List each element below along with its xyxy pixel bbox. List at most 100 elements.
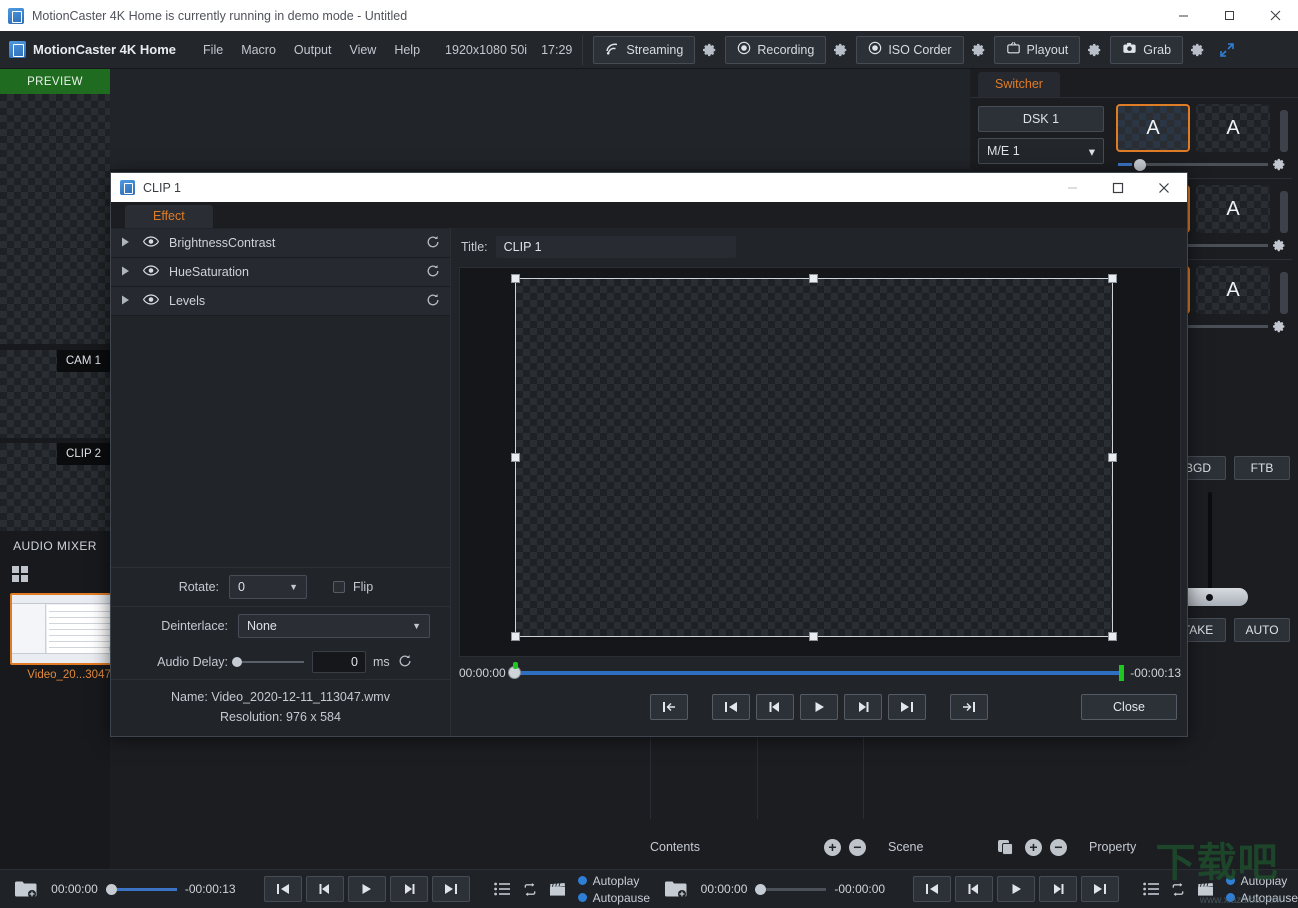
tab-switcher[interactable]: Switcher xyxy=(978,72,1060,97)
loop-icon[interactable] xyxy=(1165,876,1193,902)
resize-handle-middle-left[interactable] xyxy=(511,453,520,462)
slider-track[interactable] xyxy=(242,661,304,663)
source-slot-cam1[interactable]: CAM 1 xyxy=(0,350,110,438)
slider-knob[interactable] xyxy=(105,883,117,895)
go-to-end-button[interactable] xyxy=(888,694,926,720)
step-forward-button[interactable] xyxy=(1039,876,1078,902)
playout-button[interactable]: Playout xyxy=(993,35,1081,64)
slider-knob[interactable] xyxy=(232,657,242,667)
scene-remove-button[interactable]: − xyxy=(1050,838,1067,856)
expand-arrow-icon[interactable] xyxy=(121,265,133,279)
iso-corder-button[interactable]: ISO Corder xyxy=(856,35,964,64)
playlist-icon[interactable] xyxy=(1137,876,1165,902)
tab-effect[interactable]: Effect xyxy=(125,205,213,228)
preview-monitor[interactable] xyxy=(0,94,110,344)
autopause-option[interactable]: Autopause xyxy=(1225,891,1298,905)
recording-button[interactable]: Recording xyxy=(725,35,827,64)
play-button[interactable] xyxy=(347,876,386,902)
menu-item-file[interactable]: File xyxy=(194,39,232,61)
effect-row[interactable]: Levels xyxy=(111,287,450,316)
playout-gear-icon[interactable] xyxy=(1080,43,1110,57)
iso-corder-gear-icon[interactable] xyxy=(964,43,994,57)
dialog-maximize-icon[interactable] xyxy=(1095,173,1141,202)
go-to-end-button[interactable] xyxy=(1081,876,1120,902)
visibility-eye-icon[interactable] xyxy=(142,265,160,279)
close-button[interactable]: Close xyxy=(1081,694,1177,720)
title-input[interactable]: CLIP 1 xyxy=(495,236,736,258)
audio-delay-input[interactable]: 0 xyxy=(312,651,366,673)
step-back-button[interactable] xyxy=(955,876,994,902)
streaming-button[interactable]: Streaming xyxy=(593,35,696,64)
resize-handle-top-left[interactable] xyxy=(511,274,520,283)
effect-reset-icon[interactable] xyxy=(426,235,440,252)
contents-panel[interactable] xyxy=(650,735,757,819)
scene-panel[interactable] xyxy=(756,735,864,819)
step-back-button[interactable] xyxy=(305,876,344,902)
effect-row[interactable]: HueSaturation xyxy=(111,258,450,287)
resize-handle-bottom-center[interactable] xyxy=(809,632,818,641)
audio-delay-slider[interactable] xyxy=(232,657,304,667)
resize-handle-bottom-left[interactable] xyxy=(511,632,520,641)
recording-gear-icon[interactable] xyxy=(826,43,856,57)
streaming-gear-icon[interactable] xyxy=(695,43,725,57)
tbar-fader[interactable] xyxy=(1170,492,1290,612)
visibility-eye-icon[interactable] xyxy=(142,236,160,250)
set-out-point-button[interactable] xyxy=(950,694,988,720)
bus-gear-icon[interactable] xyxy=(1268,320,1290,333)
go-to-end-button[interactable] xyxy=(431,876,470,902)
close-icon[interactable] xyxy=(1252,0,1298,31)
step-back-button[interactable] xyxy=(756,694,794,720)
scene-add-button[interactable]: + xyxy=(1025,838,1042,856)
timeline-track[interactable] xyxy=(507,662,1125,681)
bus-cell-a[interactable]: A xyxy=(1196,104,1270,152)
grab-gear-icon[interactable] xyxy=(1183,43,1213,57)
bus-gear-icon[interactable] xyxy=(1268,239,1290,252)
dialog-close-icon[interactable] xyxy=(1141,173,1187,202)
audio-delay-reset-icon[interactable] xyxy=(398,654,412,671)
bus-scrollbar[interactable] xyxy=(1280,191,1288,233)
slider-track[interactable] xyxy=(116,887,177,891)
resize-handle-bottom-right[interactable] xyxy=(1108,632,1117,641)
slider-track[interactable] xyxy=(1146,163,1268,166)
go-to-start-button[interactable] xyxy=(712,694,750,720)
slider-knob[interactable] xyxy=(755,883,767,895)
menu-item-help[interactable]: Help xyxy=(385,39,429,61)
minimize-icon[interactable] xyxy=(1160,0,1206,31)
menu-item-macro[interactable]: Macro xyxy=(232,39,285,61)
menu-item-output[interactable]: Output xyxy=(285,39,341,61)
bus-scrollbar[interactable] xyxy=(1280,110,1288,152)
visibility-eye-icon[interactable] xyxy=(142,294,160,308)
maximize-icon[interactable] xyxy=(1206,0,1252,31)
deinterlace-select[interactable]: None ▼ xyxy=(238,614,430,638)
contents-remove-button[interactable]: − xyxy=(849,838,866,856)
source-slot-clip2[interactable]: CLIP 2 xyxy=(0,443,110,531)
open-folder-button[interactable] xyxy=(663,877,689,901)
dsk1-button[interactable]: DSK 1 xyxy=(978,106,1104,132)
position-slider-left[interactable] xyxy=(105,883,177,895)
timeline-out-point[interactable] xyxy=(1119,665,1125,681)
bus-gear-icon[interactable] xyxy=(1268,158,1290,171)
expand-icon[interactable] xyxy=(1213,42,1241,57)
clapperboard-icon[interactable] xyxy=(1192,876,1220,902)
step-forward-button[interactable] xyxy=(844,694,882,720)
grab-button[interactable]: Grab xyxy=(1110,35,1184,64)
expand-arrow-icon[interactable] xyxy=(121,294,133,308)
property-panel[interactable] xyxy=(863,735,970,819)
resize-handle-top-center[interactable] xyxy=(809,274,818,283)
duplicate-icon[interactable] xyxy=(998,839,1015,855)
resize-handle-top-right[interactable] xyxy=(1108,274,1117,283)
play-button[interactable] xyxy=(800,694,838,720)
step-forward-button[interactable] xyxy=(389,876,428,902)
video-bounding-box[interactable] xyxy=(511,274,1117,641)
play-button[interactable] xyxy=(997,876,1036,902)
resize-handle-middle-right[interactable] xyxy=(1108,453,1117,462)
autoplay-option[interactable]: Autoplay xyxy=(577,874,650,888)
effect-row[interactable]: BrightnessContrast xyxy=(111,229,450,258)
playlist-icon[interactable] xyxy=(488,876,516,902)
me-select[interactable]: M/E 1 ▾ xyxy=(978,138,1104,164)
loop-icon[interactable] xyxy=(516,876,544,902)
slider-track[interactable] xyxy=(766,887,827,891)
bus-scrollbar[interactable] xyxy=(1280,272,1288,314)
effect-reset-icon[interactable] xyxy=(426,264,440,281)
bus-cell-a[interactable]: A xyxy=(1196,185,1270,233)
